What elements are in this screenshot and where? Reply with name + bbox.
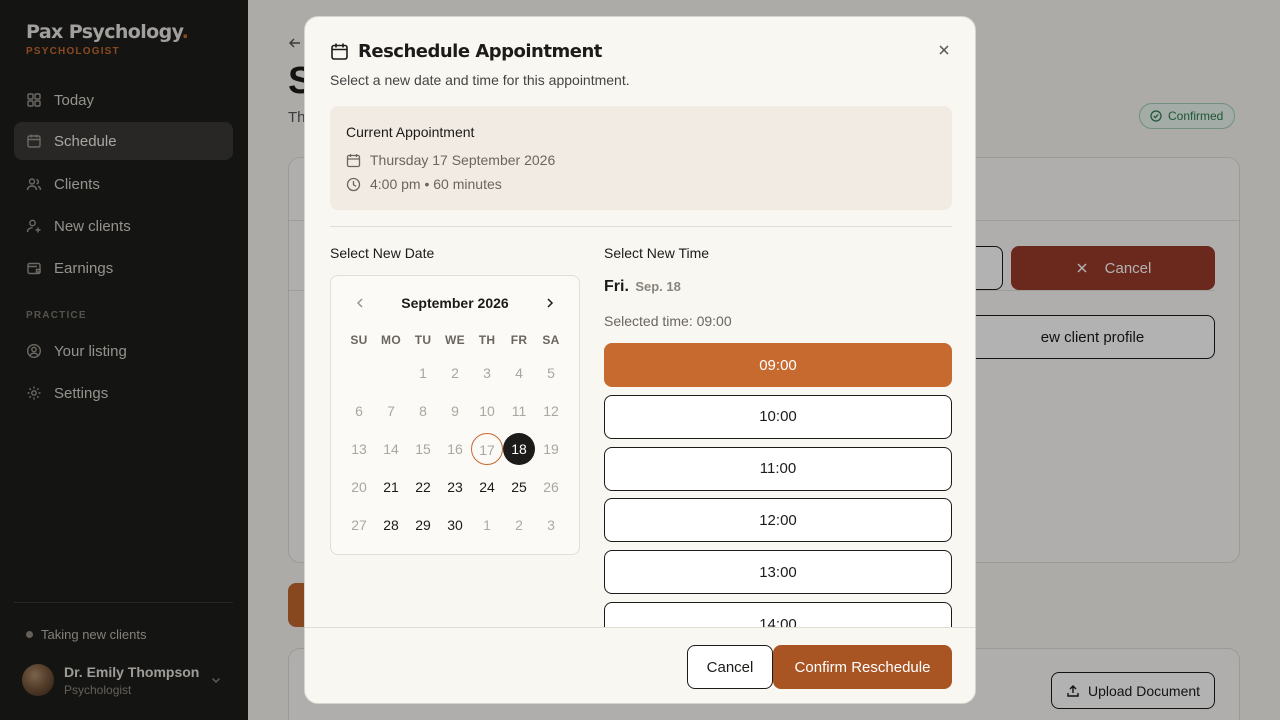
current-time-row: 4:00 pm • 60 minutes [346,176,502,192]
calendar-day: 3 [483,365,491,381]
current-appointment-title: Current Appointment [346,124,475,140]
select-time-label: Select New Time [604,245,710,261]
time-slot-list[interactable]: 09:00 10:00 11:00 12:00 13:00 14:00 [604,343,952,627]
close-icon[interactable] [936,42,952,58]
confirm-reschedule-button[interactable]: Confirm Reschedule [773,645,952,689]
weekday-header: FR [510,333,528,347]
time-slot-selected[interactable]: 09:00 [604,343,952,387]
calendar-day: 20 [351,479,367,495]
calendar-icon [346,153,361,167]
calendar-day: 9 [451,403,459,419]
calendar-day: 7 [387,403,395,419]
calendar-day[interactable]: 22 [407,471,439,503]
cancel-button[interactable]: Cancel [687,645,773,689]
calendar-day: 1 [483,517,491,533]
selected-day-heading: Fri. Sep. 18 [604,278,681,296]
calendar-day: 27 [351,517,367,533]
calendar-day: 11 [511,403,527,419]
time-slot[interactable]: 10:00 [604,394,952,439]
date-picker: September 2026 SU MO TU WE TH FR SA 1 2 3 4 5 6 7 8 9 10… [330,275,580,555]
calendar-day[interactable]: 25 [503,471,535,503]
clock-icon [346,177,361,191]
calendar-day: 26 [543,479,559,495]
calendar-day: 10 [479,403,495,419]
selected-time-text: Selected time: 09:00 [604,313,732,329]
calendar-day: 1 [419,365,427,381]
calendar-day: 16 [447,441,463,457]
selected-day-name: Fri. [604,278,629,295]
current-date: Thursday 17 September 2026 [370,152,556,168]
selected-day-date: Sep. 18 [635,279,681,294]
weekday-header: SU [350,333,368,347]
calendar-day: 2 [515,517,523,533]
calendar-day: 13 [351,441,367,457]
calendar-day: 5 [547,365,555,381]
calendar-day[interactable]: 21 [375,471,407,503]
calendar-day[interactable]: 28 [375,509,407,541]
calendar-day: 8 [419,403,427,419]
calendar-day[interactable]: 23 [439,471,471,503]
divider [330,226,952,227]
current-time: 4:00 pm • 60 minutes [370,176,502,192]
weekday-header: MO [381,333,401,347]
calendar-icon [331,43,348,60]
calendar-month: September 2026 [401,295,509,311]
calendar-day: 19 [543,441,559,457]
time-slot[interactable]: 11:00 [604,446,952,491]
calendar-day: 17 [471,433,503,465]
time-slot[interactable]: 14:00 [604,602,952,627]
reschedule-dialog: Reschedule Appointment Select a new date… [304,16,976,704]
time-slot[interactable]: 12:00 [604,498,952,543]
select-date-label: Select New Date [330,245,435,261]
calendar-day: 3 [547,517,555,533]
calendar-day[interactable]: 24 [471,471,503,503]
calendar-day: 2 [451,365,459,381]
current-appointment-panel: Current Appointment Thursday 17 Septembe… [330,106,952,210]
current-date-row: Thursday 17 September 2026 [346,152,555,168]
calendar-day[interactable]: 29 [407,509,439,541]
calendar-day-selected[interactable]: 18 [503,433,535,465]
calendar-day: 14 [383,441,399,457]
calendar-day: 6 [355,403,363,419]
weekday-header: TH [478,333,496,347]
calendar-day: 4 [515,365,523,381]
dialog-title: Reschedule Appointment [358,41,602,62]
calendar-day: 15 [415,441,431,457]
weekday-header: WE [445,333,465,347]
calendar-day[interactable]: 30 [439,509,471,541]
calendar-day: 12 [543,403,559,419]
chevron-right-icon[interactable] [543,296,557,310]
time-slot[interactable]: 13:00 [604,550,952,595]
dialog-footer: Cancel Confirm Reschedule [305,627,975,703]
weekday-header: SA [542,333,560,347]
dialog-subtitle: Select a new date and time for this appo… [330,72,630,88]
weekday-header: TU [414,333,432,347]
